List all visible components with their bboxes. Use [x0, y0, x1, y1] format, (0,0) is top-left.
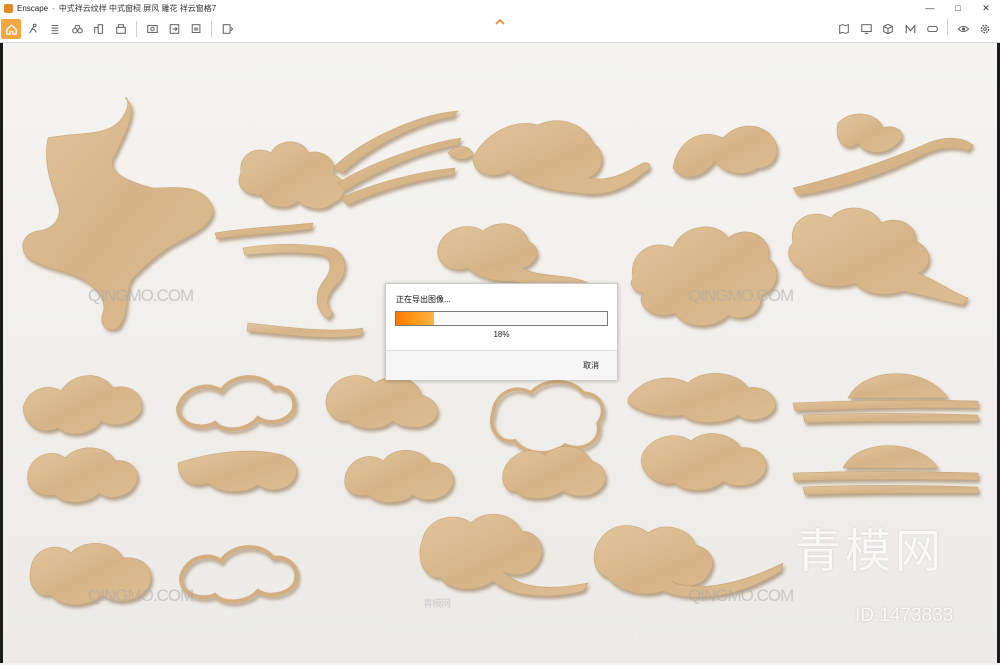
cloud-panel-row4-1: [27, 447, 138, 503]
document-title: 中式祥云纹样 中式窗棂 屏风 雕花 祥云窗格7: [58, 3, 217, 13]
walk-mode-button[interactable]: [23, 19, 43, 39]
binoculars-button[interactable]: [67, 19, 87, 39]
cloud-panel-row3-5: [627, 373, 776, 423]
list-button[interactable]: [45, 19, 65, 39]
close-button[interactable]: ✕: [972, 0, 1000, 16]
export-button[interactable]: [164, 19, 184, 39]
binoculars-icon: [71, 25, 83, 34]
export-progress-dialog: 正在导出图像... 18% 取消: [385, 283, 618, 380]
cloud-panel-row4-5: [641, 433, 767, 491]
home-button[interactable]: [1, 19, 21, 39]
screenshot-icon: [146, 25, 158, 33]
cloud-panel-small-wisp: [672, 125, 778, 178]
cloud-panel-row3-outline: [175, 375, 297, 432]
cloud-panel-row3-lace: [490, 380, 605, 455]
eye-icon: [957, 25, 969, 33]
progress-bar: [395, 311, 608, 326]
map-button[interactable]: [834, 19, 854, 39]
buildings-icon: [94, 24, 103, 34]
monitor-button[interactable]: [856, 19, 876, 39]
batch-render-icon: [191, 24, 200, 33]
cloud-panel-row4-3: [344, 450, 454, 503]
cloud-panel-row4-4: [502, 446, 606, 499]
screenshot-button[interactable]: [142, 19, 162, 39]
site-watermark: QINGMO.COM: [88, 586, 194, 605]
cloud-panel-row5-3: [419, 513, 589, 597]
cube-icon: [883, 23, 893, 35]
mode-button[interactable]: [900, 19, 920, 39]
mode-icon: [905, 24, 915, 34]
panorama-icon: [222, 24, 233, 34]
cloud-panel-streak-lines: [214, 222, 364, 338]
panorama-button[interactable]: [217, 19, 237, 39]
vr-icon: [926, 25, 938, 33]
cloud-panel-curling-tail: [447, 120, 651, 195]
site-watermark-cn: 青模网: [423, 599, 451, 610]
cloud-panel-dense-cumulus: [630, 226, 778, 326]
batch-render-button[interactable]: [186, 19, 206, 39]
cloud-panel-row5-outline: [178, 545, 299, 604]
site-watermark: QINGMO.COM: [688, 286, 794, 305]
cloud-panel-thin-ribbon: [792, 113, 974, 196]
visual-settings-button[interactable]: [953, 19, 973, 39]
title-bar: Enscape - 中式祥云纹样 中式窗棂 屏风 雕花 祥云窗格7 — □ ✕: [0, 0, 1000, 16]
enscape-logo-icon: [4, 3, 13, 13]
list-icon: [51, 25, 59, 34]
progress-percent: 18%: [493, 330, 510, 339]
walk-icon: [29, 23, 37, 34]
dialog-title: 正在导出图像...: [396, 295, 451, 304]
cloud-panel-row4-2: [177, 450, 297, 492]
cube-button[interactable]: [878, 19, 898, 39]
enscape-window: Enscape - 中式祥云纹样 中式窗棂 屏风 雕花 祥云窗格7 — □ ✕: [0, 0, 1000, 665]
minimize-button[interactable]: —: [916, 0, 944, 16]
settings-button[interactable]: [975, 19, 995, 39]
brand-watermark: 青模网: [795, 524, 945, 578]
monitor-icon: [860, 24, 872, 34]
cloud-panel-streak-swirl: [238, 110, 462, 209]
app-name: Enscape: [17, 3, 49, 13]
progress-bar-fill: [396, 312, 434, 325]
chevron-up-icon[interactable]: [494, 17, 506, 27]
home-icon: [5, 23, 17, 35]
cloud-panel-round-curls: [437, 223, 589, 290]
cloud-panel-row4-sun: [792, 445, 979, 496]
cloud-panel-sun-lines: [792, 373, 979, 424]
library-icon: [116, 24, 126, 34]
toolbar-right-group: [833, 19, 996, 39]
library-button[interactable]: [111, 19, 131, 39]
maximize-button[interactable]: □: [944, 0, 972, 16]
vr-button[interactable]: [922, 19, 942, 39]
window-controls: — □ ✕: [916, 0, 1000, 16]
export-icon: [169, 24, 179, 34]
settings-icon: [980, 24, 990, 34]
site-watermark: QINGMO.COM: [688, 586, 794, 605]
id-watermark: ID:1473833: [855, 605, 954, 626]
site-watermark: QINGMO.COM: [88, 286, 194, 305]
dialog-footer: 取消: [386, 350, 617, 380]
cloud-panel-row3-1: [22, 375, 142, 435]
cloud-panel-row3-3: [325, 375, 438, 429]
buildings-button[interactable]: [89, 19, 109, 39]
cancel-button[interactable]: 取消: [583, 360, 599, 371]
cloud-panel-rolling-wave: [788, 207, 969, 306]
map-icon: [839, 24, 849, 34]
